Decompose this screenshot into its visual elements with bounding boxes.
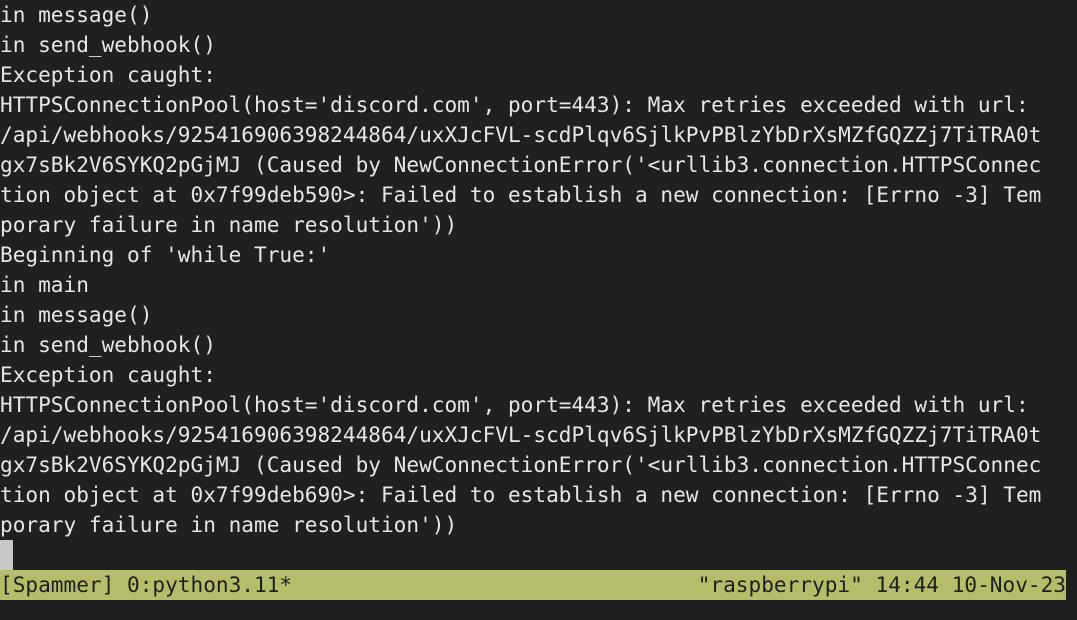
terminal-line: gx7sBk2V6SYKQ2pGjMJ (Caused by NewConnec… bbox=[0, 152, 1042, 177]
terminal-line: /api/webhooks/925416906398244864/uxXJcFV… bbox=[0, 422, 1042, 447]
terminal-line: Exception caught: bbox=[0, 62, 216, 87]
terminal-window[interactable]: in message() in send_webhook() Exception… bbox=[0, 0, 1077, 620]
terminal-line: in send_webhook() bbox=[0, 32, 216, 57]
terminal-line: /api/webhooks/925416906398244864/uxXJcFV… bbox=[0, 122, 1042, 147]
terminal-line: Beginning of 'while True:' bbox=[0, 242, 331, 267]
terminal-line: porary failure in name resolution')) bbox=[0, 512, 458, 537]
tmux-status-bar: [Spammer] 0:python3.11* "raspberrypi" 14… bbox=[0, 570, 1066, 600]
terminal-line: HTTPSConnectionPool(host='discord.com', … bbox=[0, 92, 1029, 117]
terminal-line: porary failure in name resolution')) bbox=[0, 212, 458, 237]
terminal-line: tion object at 0x7f99deb590>: Failed to … bbox=[0, 182, 1042, 207]
status-session-window[interactable]: [Spammer] 0:python3.11* bbox=[0, 570, 292, 600]
terminal-line: in send_webhook() bbox=[0, 332, 216, 357]
terminal-line: in main bbox=[0, 272, 89, 297]
terminal-cursor bbox=[0, 540, 13, 570]
terminal-line: Exception caught: bbox=[0, 362, 216, 387]
terminal-line: tion object at 0x7f99deb690>: Failed to … bbox=[0, 482, 1042, 507]
terminal-line: gx7sBk2V6SYKQ2pGjMJ (Caused by NewConnec… bbox=[0, 452, 1042, 477]
terminal-line: in message() bbox=[0, 2, 153, 27]
terminal-line: HTTPSConnectionPool(host='discord.com', … bbox=[0, 392, 1029, 417]
terminal-line: in message() bbox=[0, 302, 153, 327]
status-host-time: "raspberrypi" 14:44 10-Nov-23 bbox=[697, 572, 1066, 597]
terminal-bottom-padding bbox=[0, 600, 1077, 620]
terminal-output: in message() in send_webhook() Exception… bbox=[0, 0, 1077, 540]
